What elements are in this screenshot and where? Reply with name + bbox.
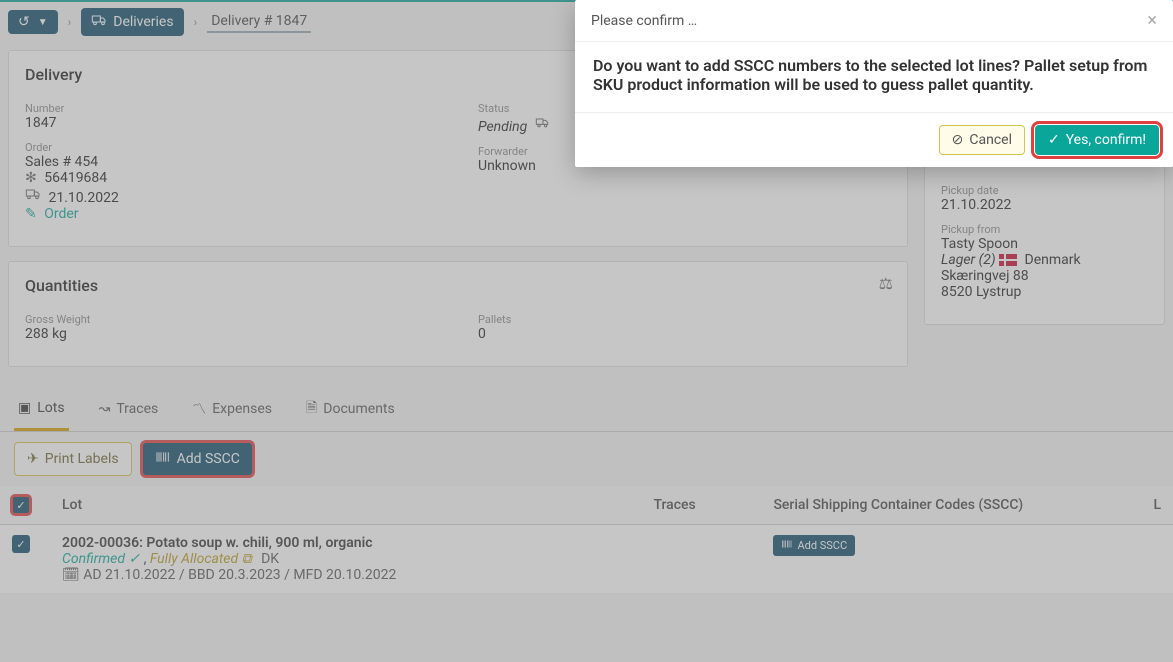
add-sscc-button[interactable]: Add SSCC <box>142 442 253 476</box>
row-add-sscc-button[interactable]: Add SSCC <box>773 535 855 556</box>
chevron-right-icon: › <box>62 15 78 29</box>
calendar-icon: 🗓 <box>62 567 80 583</box>
lots-actions: ✈ Print Labels Add SSCC <box>0 432 1173 486</box>
lot-status-allocated: Fully Allocated ⧉ <box>150 551 255 567</box>
history-icon: ↺ <box>18 14 30 30</box>
pickup-date-value: 21.10.2022 <box>941 197 1148 213</box>
pickup-from-addr1: Skæringvej 88 <box>941 268 1148 284</box>
pallets-value: 0 <box>478 326 891 342</box>
pickup-from-country: Denmark <box>1025 252 1081 268</box>
quantities-card: ⚖ Quantities Gross Weight 288 kg Pallets… <box>8 261 908 367</box>
confirm-modal: Please confirm … × Do you want to add SS… <box>575 0 1173 167</box>
truck-clock-icon <box>535 119 551 135</box>
number-label: Number <box>25 102 438 115</box>
document-icon: 🗎 <box>306 397 317 421</box>
tabs: ▣ Lots ↝ Traces 〽 Expenses 🗎 Documents <box>0 387 1173 432</box>
truck-icon <box>91 12 107 32</box>
tab-expenses[interactable]: 〽 Expenses <box>188 387 276 431</box>
lot-dates: AD 21.10.2022 / BBD 20.3.2023 / MFD 20.1… <box>83 567 396 583</box>
tab-documents[interactable]: 🗎 Documents <box>302 387 399 431</box>
order-date: 21.10.2022 <box>48 190 118 206</box>
graph-icon: ↝ <box>99 401 111 417</box>
cancel-button[interactable]: ⊘ Cancel <box>939 125 1025 155</box>
row-checkbox[interactable]: ✓ <box>12 535 30 553</box>
barcode-icon <box>155 449 171 469</box>
breadcrumb-deliveries-label: Deliveries <box>113 14 173 30</box>
lots-table: ✓ Lot Traces Serial Shipping Container C… <box>0 486 1173 594</box>
number-value: 1847 <box>25 115 438 131</box>
tab-lots[interactable]: ▣ Lots <box>14 387 69 431</box>
order-label: Order <box>25 141 438 154</box>
modal-title: Please confirm … <box>591 13 697 29</box>
confirm-button[interactable]: ✓ Yes, confirm! <box>1035 125 1159 155</box>
external-link-icon: ⧉ <box>242 551 252 567</box>
flag-dk-icon <box>999 254 1017 266</box>
pickup-from-lager: Lager (2) <box>941 252 996 268</box>
gross-weight-label: Gross Weight <box>25 313 438 326</box>
col-last[interactable]: L <box>1141 486 1173 525</box>
pallets-label: Pallets <box>478 313 891 326</box>
select-all-checkbox[interactable]: ✓ <box>12 496 30 514</box>
breadcrumb-current: Delivery # 1847 <box>207 11 311 33</box>
lot-country: DK <box>261 551 279 567</box>
lot-status-confirmed: Confirmed ✓ <box>62 551 144 567</box>
chevron-right-icon: › <box>188 15 204 29</box>
col-sscc[interactable]: Serial Shipping Container Codes (SSCC) <box>761 486 1141 525</box>
pickup-from-label: Pickup from <box>941 223 1148 236</box>
check-icon: ✓ <box>1048 132 1060 148</box>
order-value: Sales # 454 <box>25 154 438 170</box>
signature-icon: ✎ <box>25 206 37 222</box>
chevron-down-icon: ▼ <box>38 17 48 28</box>
col-traces[interactable]: Traces <box>641 486 761 525</box>
cancel-icon: ⊘ <box>952 132 964 148</box>
pickup-from-name: Tasty Spoon <box>941 236 1148 252</box>
quantities-title: Quantities <box>25 276 891 295</box>
table-row: ✓ 2002-00036: Potato soup w. chili, 900 … <box>0 525 1173 594</box>
gross-weight-value: 288 kg <box>25 326 438 342</box>
box-icon: ▣ <box>18 400 31 416</box>
col-lot[interactable]: Lot <box>50 486 641 525</box>
breadcrumb-deliveries[interactable]: Deliveries <box>81 8 183 36</box>
truck-icon <box>25 190 44 206</box>
lot-title: 2002-00036: Potato soup w. chili, 900 ml… <box>62 535 629 551</box>
pickup-date-label: Pickup date <box>941 184 1148 197</box>
send-icon: ✈ <box>27 451 39 467</box>
pickup-from-addr2: 8520 Lystrup <box>941 284 1148 300</box>
history-dropdown[interactable]: ↺ ▼ <box>8 10 58 34</box>
barcode-icon <box>781 538 793 553</box>
snowflake-icon: ✻ <box>25 170 37 186</box>
scale-icon: ⚖ <box>879 274 893 293</box>
print-labels-button[interactable]: ✈ Print Labels <box>14 442 132 476</box>
order-ref: 56419684 <box>44 170 107 186</box>
modal-body: Do you want to add SSCC numbers to the s… <box>575 42 1173 113</box>
close-icon[interactable]: × <box>1147 10 1157 31</box>
order-link[interactable]: ✎ Order <box>25 206 438 222</box>
tab-traces[interactable]: ↝ Traces <box>95 387 163 431</box>
chart-icon: 〽 <box>192 399 206 419</box>
